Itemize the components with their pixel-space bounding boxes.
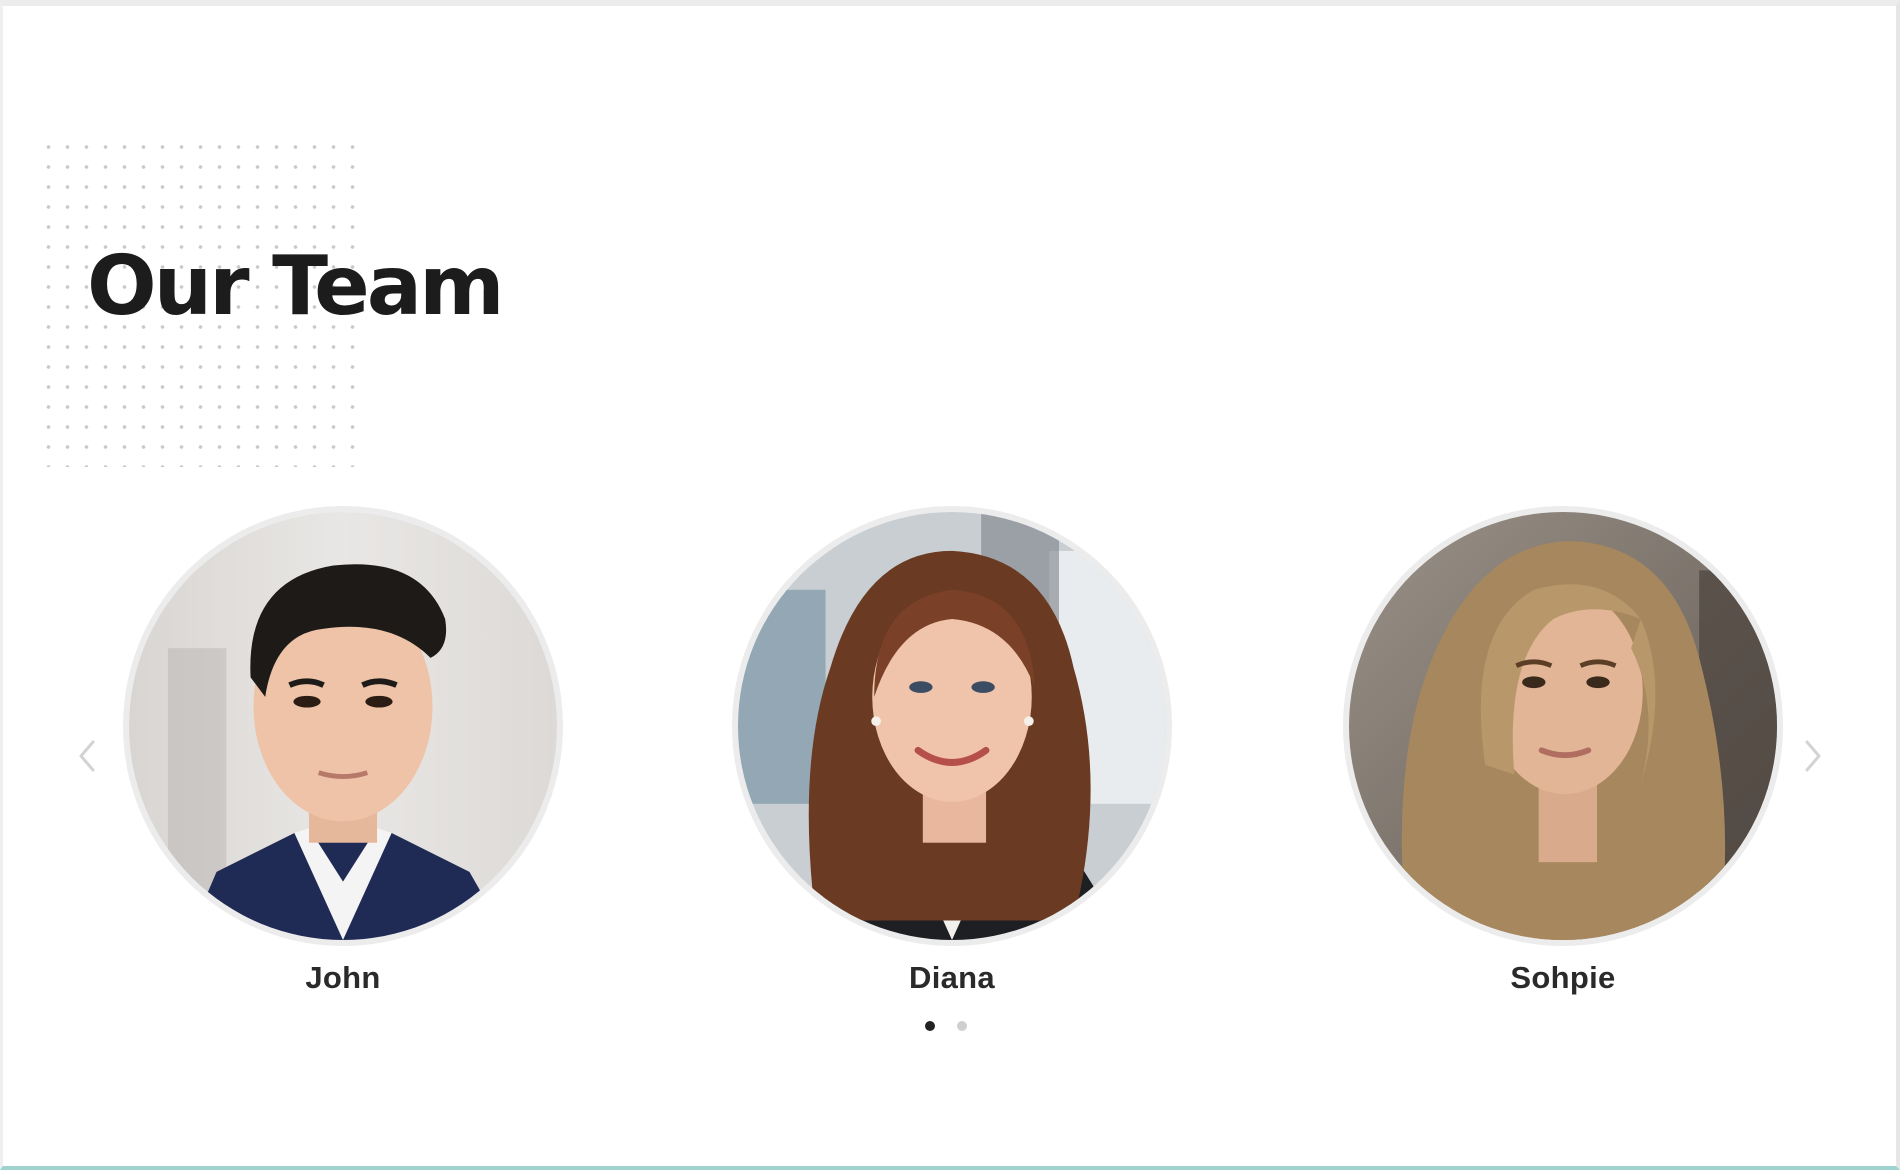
team-member-name: Sohpie	[1510, 960, 1616, 995]
team-member-card: Diana	[722, 506, 1182, 996]
pagination-dot-1[interactable]	[925, 1021, 935, 1031]
team-member-card: Sohpie	[1333, 506, 1793, 996]
chevron-right-icon	[1801, 736, 1825, 776]
team-member-photo[interactable]	[732, 506, 1172, 946]
carousel-prev-button[interactable]	[75, 736, 99, 776]
team-member-name: John	[305, 960, 381, 995]
team-section: Our Team John Diana Sohpie	[0, 0, 1900, 1170]
carousel-next-button[interactable]	[1801, 736, 1825, 776]
chevron-left-icon	[75, 736, 99, 776]
carousel-pagination	[925, 1021, 967, 1031]
team-member-card: John	[113, 506, 573, 996]
team-member-photo[interactable]	[123, 506, 563, 946]
pagination-dot-2[interactable]	[957, 1021, 967, 1031]
team-member-photo[interactable]	[1343, 506, 1783, 946]
team-carousel: John Diana Sohpie	[3, 6, 1896, 1166]
team-member-name: Diana	[909, 960, 995, 995]
